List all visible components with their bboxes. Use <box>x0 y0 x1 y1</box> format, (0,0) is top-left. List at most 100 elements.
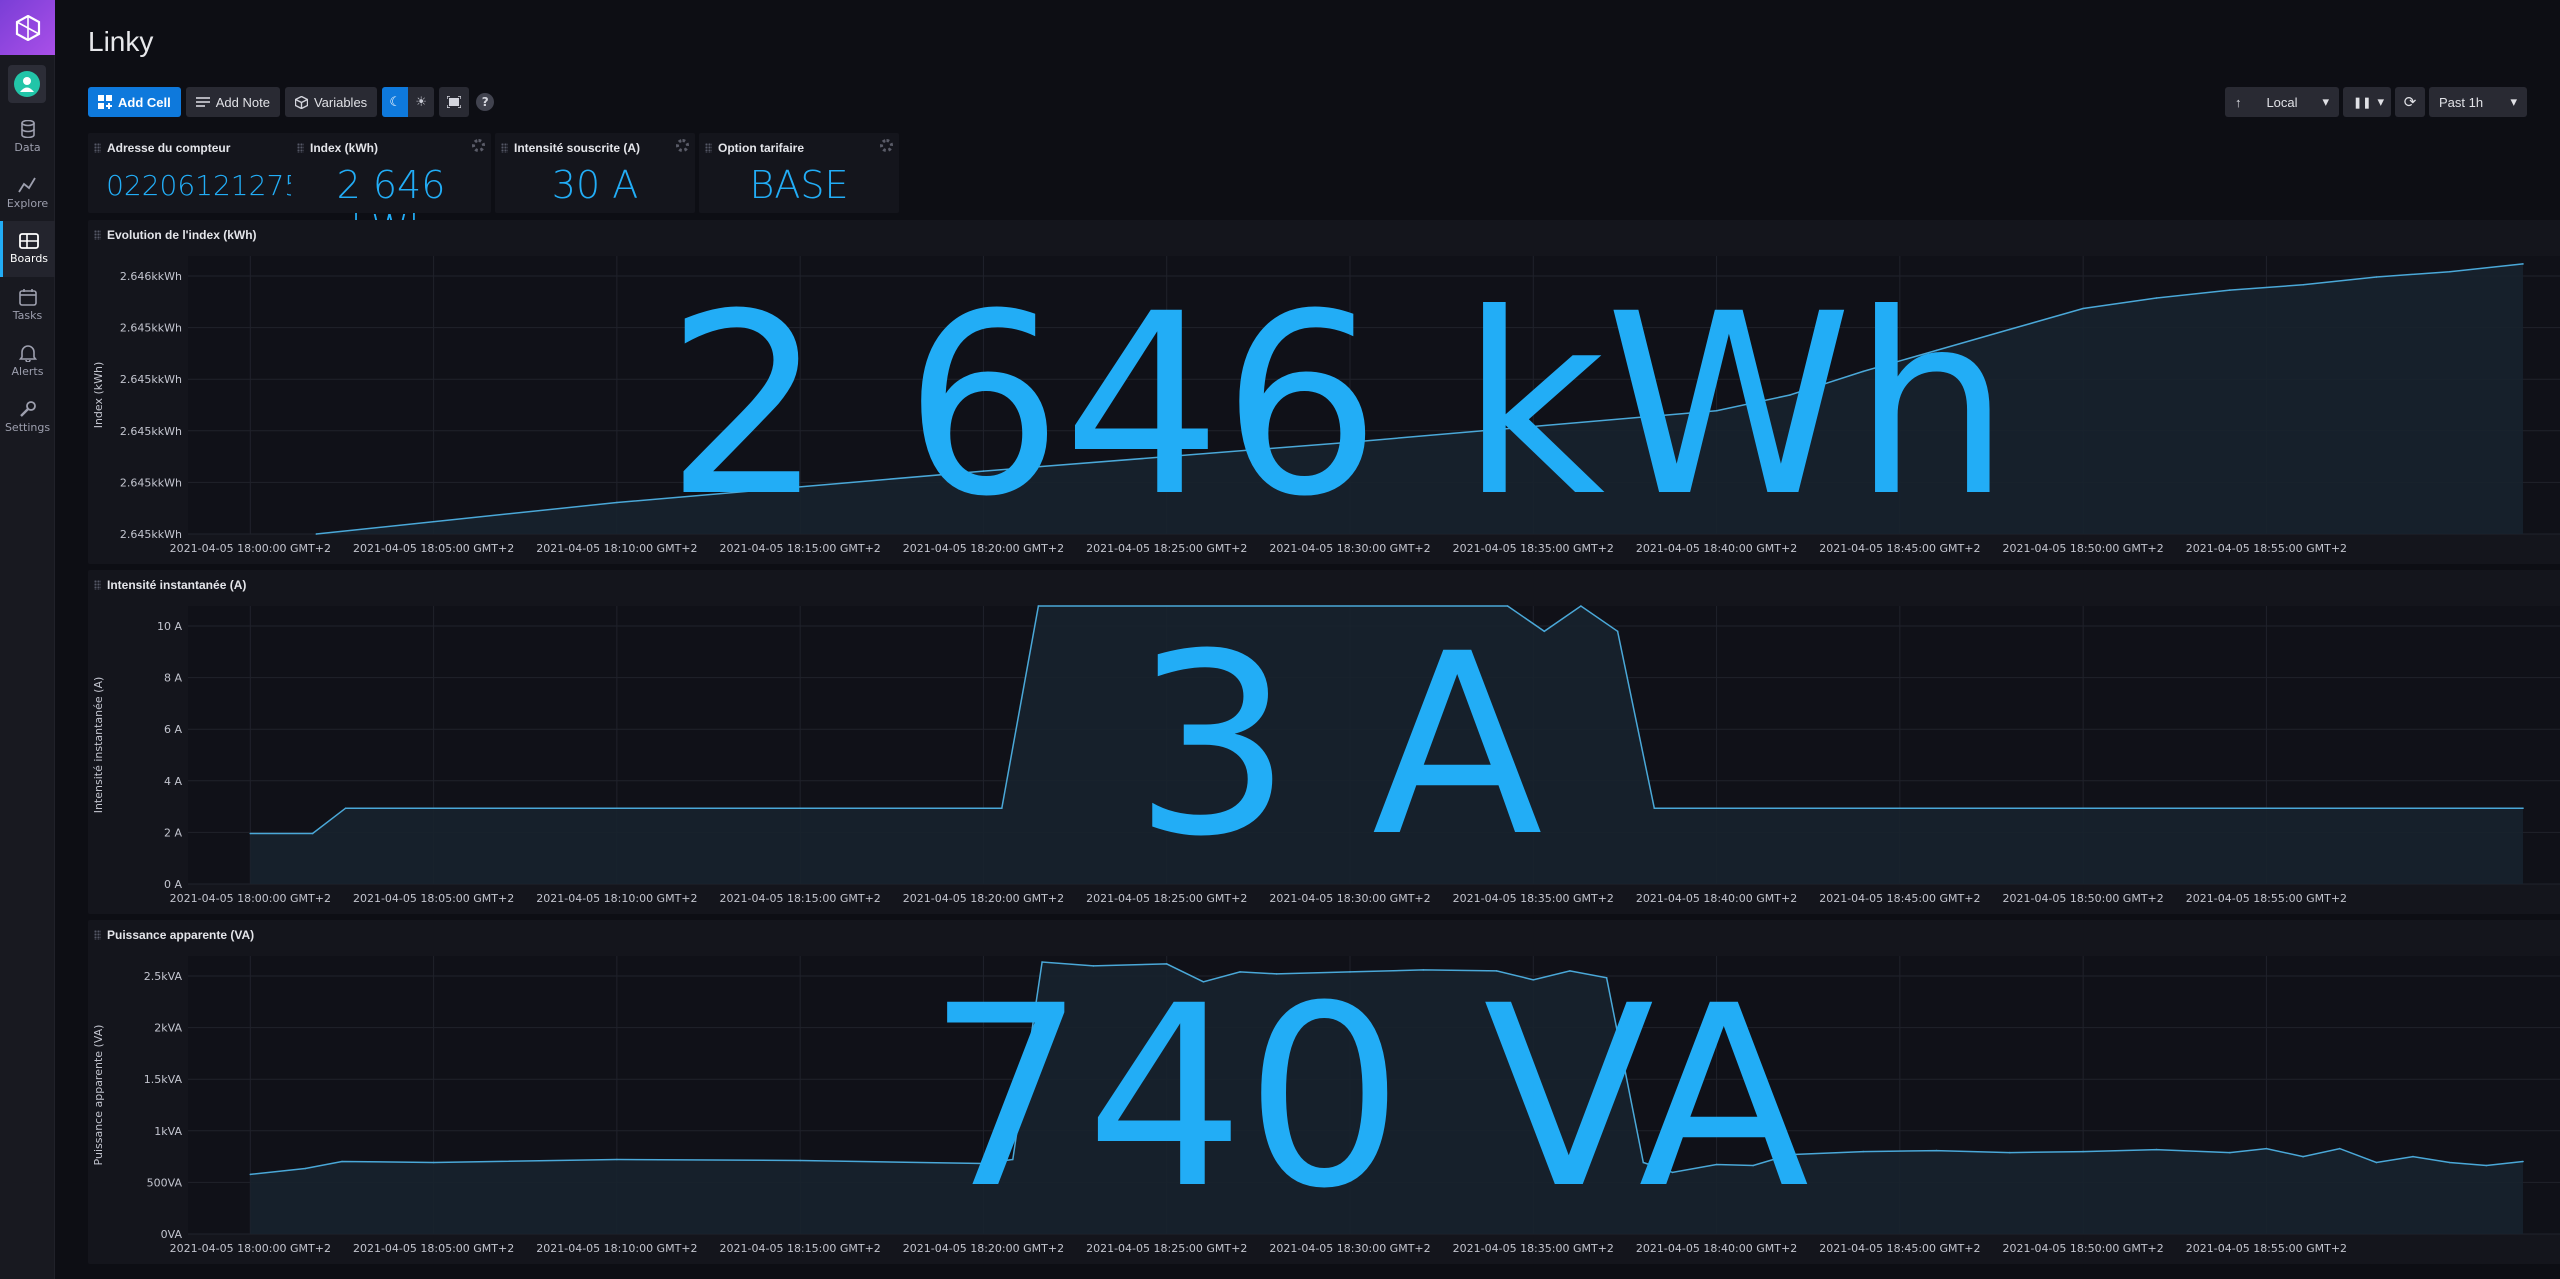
influx-logo-icon[interactable] <box>0 0 55 55</box>
drag-handle-icon[interactable] <box>297 143 304 153</box>
y-tick-label: 2.645kkWh <box>120 322 182 335</box>
sun-icon[interactable]: ☀ <box>408 87 434 117</box>
theme-toggle[interactable]: ☾ ☀ <box>382 87 435 117</box>
y-tick-label: 6 A <box>164 723 182 736</box>
data-point <box>2229 1151 2231 1154</box>
single-stat-value: BASE <box>749 163 849 207</box>
gear-icon[interactable] <box>676 139 689 152</box>
timezone-dropdown[interactable]: ↑ Local ▾ <box>2225 87 2339 117</box>
x-tick-label: 2021-04-05 18:35:00 GMT+2 <box>1453 892 1614 905</box>
nav-explore-label: Explore <box>6 197 49 210</box>
x-tick-label: 2021-04-05 18:55:00 GMT+2 <box>2186 892 2347 905</box>
data-point <box>2485 1164 2488 1167</box>
data-point <box>1580 605 1582 607</box>
nav-alerts[interactable]: Alerts <box>0 333 55 389</box>
y-tick-label: 2.645kkWh <box>120 425 182 438</box>
data-point <box>799 1159 801 1162</box>
gear-icon[interactable] <box>472 139 485 152</box>
line-chart-index: 2.646kkWh 2.645kkWh 2.645kkWh 2.645kkWh 2.64… <box>92 256 2560 555</box>
x-tick-label: 2021-04-05 18:20:00 GMT+2 <box>903 1242 1064 1255</box>
x-tick-label: 2021-04-05 18:00:00 GMT+2 <box>170 542 331 555</box>
data-point <box>2338 1147 2341 1150</box>
data-point <box>2229 289 2231 291</box>
refresh-button[interactable]: ⟳ <box>2395 87 2425 117</box>
x-tick-label: 2021-04-05 18:15:00 GMT+2 <box>720 1242 881 1255</box>
cell-intensite-instantanee[interactable]: Intensité instantanée (A) 10 A 8 A 6 A 4 A 2… <box>88 570 2560 914</box>
x-tick-label: 2021-04-05 18:10:00 GMT+2 <box>536 1242 697 1255</box>
data-point <box>2265 1147 2268 1150</box>
add-note-button[interactable]: Add Note <box>185 87 280 117</box>
cell-header: Adresse du compteur <box>94 141 230 155</box>
drag-handle-icon[interactable] <box>501 143 508 153</box>
data-point <box>249 832 252 835</box>
bell-icon <box>18 345 37 362</box>
y-tick-label: 2.645kkWh <box>120 373 182 386</box>
nav-explore[interactable]: Explore <box>0 165 55 221</box>
nav-settings-label: Settings <box>4 421 51 434</box>
data-point <box>2522 807 2524 809</box>
drag-handle-icon[interactable] <box>94 143 101 153</box>
x-tick-label: 2021-04-05 18:40:00 GMT+2 <box>1636 892 1797 905</box>
y-tick-label: 500VA <box>147 1176 183 1189</box>
refresh-icon: ⟳ <box>2403 94 2417 111</box>
nav-tasks[interactable]: Tasks <box>0 277 55 333</box>
avatar[interactable] <box>8 65 46 103</box>
y-tick-label: 2.5kVA <box>144 970 183 983</box>
data-point <box>2082 1150 2084 1153</box>
gear-icon[interactable] <box>880 139 893 152</box>
data-point <box>344 807 347 809</box>
add-cell-button[interactable]: Add Cell <box>88 87 181 117</box>
note-icon <box>195 97 210 107</box>
data-point <box>341 1160 343 1163</box>
moon-icon[interactable]: ☾ <box>382 87 409 117</box>
cell-option-tarifaire[interactable]: Option tarifaire BASE <box>699 133 899 213</box>
x-tick-label: 2021-04-05 18:30:00 GMT+2 <box>1269 892 1430 905</box>
add-cell-icon <box>98 95 112 109</box>
y-tick-label: 0VA <box>161 1228 183 1241</box>
y-tick-label: 2.646kkWh <box>120 270 182 283</box>
x-tick-label: 2021-04-05 18:05:00 GMT+2 <box>353 892 514 905</box>
page-title: Linky <box>88 26 154 57</box>
x-tick-label: 2021-04-05 18:50:00 GMT+2 <box>2002 542 2163 555</box>
x-tick-label: 2021-04-05 18:00:00 GMT+2 <box>170 1242 331 1255</box>
cell-intensite-souscrite[interactable]: Intensité souscrite (A) 30 A <box>495 133 695 213</box>
x-tick-label: 2021-04-05 18:15:00 GMT+2 <box>720 892 881 905</box>
explore-icon <box>17 177 36 193</box>
x-tick-label: 2021-04-05 18:55:00 GMT+2 <box>2186 542 2347 555</box>
single-stat-value: 30 A <box>551 163 639 207</box>
help-icon[interactable]: ? <box>476 93 495 111</box>
nav-boards[interactable]: Boards <box>0 221 55 277</box>
big-value: 2 646 kWh <box>665 260 2011 551</box>
y-tick-label: 2kVA <box>154 1022 182 1035</box>
autorefresh-dropdown[interactable]: ❚❚ ▾ <box>2343 87 2391 117</box>
left-nav: Data Explore Boards Tasks Alerts Setting… <box>0 0 55 1279</box>
y-tick-label: 2 A <box>164 826 182 839</box>
cell-header: Intensité souscrite (A) <box>501 141 640 155</box>
chevron-down-icon: ▾ <box>2377 94 2384 109</box>
cell-title: Adresse du compteur <box>107 141 231 155</box>
time-range-dropdown[interactable]: Past 1h ▾ <box>2429 87 2527 117</box>
cell-header: Index (kWh) <box>297 141 378 155</box>
big-value: 740 VA <box>927 952 1810 1243</box>
x-tick-label: 2021-04-05 18:25:00 GMT+2 <box>1086 892 1247 905</box>
timezone-label: Local <box>2266 94 2298 110</box>
x-tick-label: 2021-04-05 18:45:00 GMT+2 <box>1819 892 1980 905</box>
presentation-mode-button[interactable] <box>439 87 470 117</box>
data-point <box>1001 807 1003 809</box>
data-point <box>1862 1150 1864 1153</box>
data-point <box>2302 1155 2304 1158</box>
cell-title: Intensité souscrite (A) <box>514 141 641 155</box>
cell-evolution-index[interactable]: Evolution de l'index (kWh) 2.646kkWh 2.64… <box>88 220 2560 564</box>
data-point <box>1653 807 1656 809</box>
nav-settings[interactable]: Settings <box>0 389 55 445</box>
nav-data[interactable]: Data <box>0 109 55 165</box>
cell-index[interactable]: Index (kWh) 2 646 kWh <box>291 133 491 251</box>
drag-handle-icon[interactable] <box>705 143 712 153</box>
chevron-down-icon: ▾ <box>2322 94 2329 109</box>
cell-puissance-apparente[interactable]: Puissance apparente (VA) 2.5kVA 2kVA 1.5kV… <box>88 920 2560 1264</box>
variables-button[interactable]: Variables <box>284 87 378 117</box>
x-tick-label: 2021-04-05 18:55:00 GMT+2 <box>2186 1242 2347 1255</box>
y-tick-label: 0 A <box>164 878 182 891</box>
data-point <box>2082 307 2084 310</box>
dashboard-main: Linky Add Cell Add Note Variables ☾ ☀ ? … <box>55 0 2560 1279</box>
